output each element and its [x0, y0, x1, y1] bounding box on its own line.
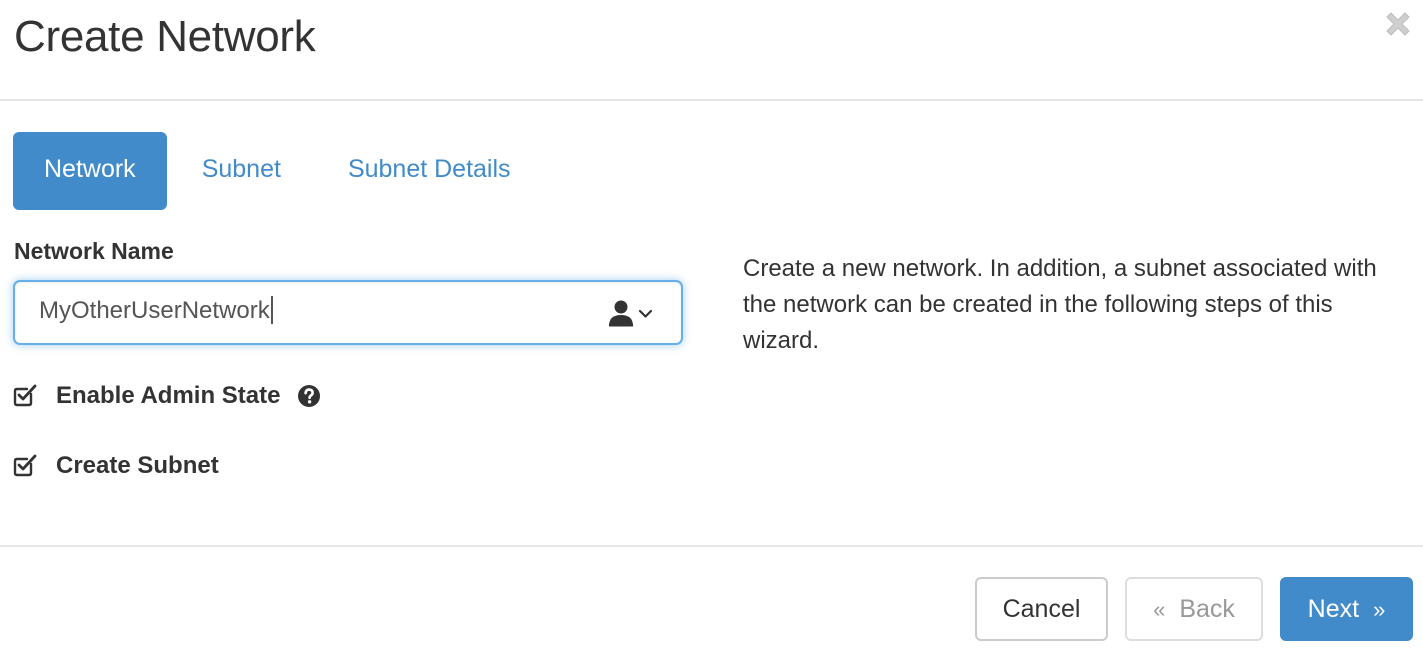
- enable-admin-state-label: Enable Admin State: [56, 382, 281, 409]
- chevron-down-icon: [638, 309, 653, 318]
- help-text: Create a new network. In addition, a sub…: [743, 255, 1377, 354]
- create-network-dialog: Create Network Network Subnet Subnet Det…: [0, 0, 1423, 649]
- network-name-input[interactable]: MyOtherUserNetwork: [13, 280, 683, 345]
- back-button-label: Back: [1179, 595, 1235, 623]
- next-button[interactable]: Next »: [1280, 577, 1413, 641]
- back-button[interactable]: « Back: [1125, 577, 1263, 641]
- dialog-title: Create Network: [14, 12, 316, 61]
- next-button-label: Next: [1307, 595, 1360, 623]
- footer-divider: [0, 545, 1423, 547]
- question-circle-icon[interactable]: [297, 384, 321, 408]
- modal-header: Create Network: [0, 0, 1423, 101]
- tab-network[interactable]: Network: [13, 132, 167, 210]
- tab-subnet[interactable]: Subnet: [167, 132, 316, 210]
- user-icon: [609, 300, 653, 327]
- cancel-button[interactable]: Cancel: [975, 577, 1108, 641]
- create-subnet-checkbox[interactable]: Create Subnet: [12, 452, 219, 480]
- back-arrow-icon: «: [1153, 597, 1166, 622]
- network-name-text: MyOtherUserNetwork: [39, 297, 270, 324]
- network-name-label: Network Name: [14, 238, 174, 264]
- tab-subnet-details[interactable]: Subnet Details: [316, 132, 511, 210]
- enable-admin-state-checkbox[interactable]: Enable Admin State: [12, 382, 321, 410]
- network-name-value[interactable]: MyOtherUserNetwork: [39, 295, 273, 325]
- user-dropdown-button[interactable]: [607, 298, 655, 328]
- next-arrow-icon: »: [1373, 597, 1386, 622]
- close-icon[interactable]: [1383, 9, 1413, 39]
- text-caret: [270, 295, 273, 324]
- checked-checkbox-icon[interactable]: [12, 453, 38, 479]
- create-subnet-label: Create Subnet: [56, 452, 219, 479]
- wizard-tabs: Network Subnet Subnet Details: [13, 132, 511, 210]
- checked-checkbox-icon[interactable]: [12, 383, 38, 409]
